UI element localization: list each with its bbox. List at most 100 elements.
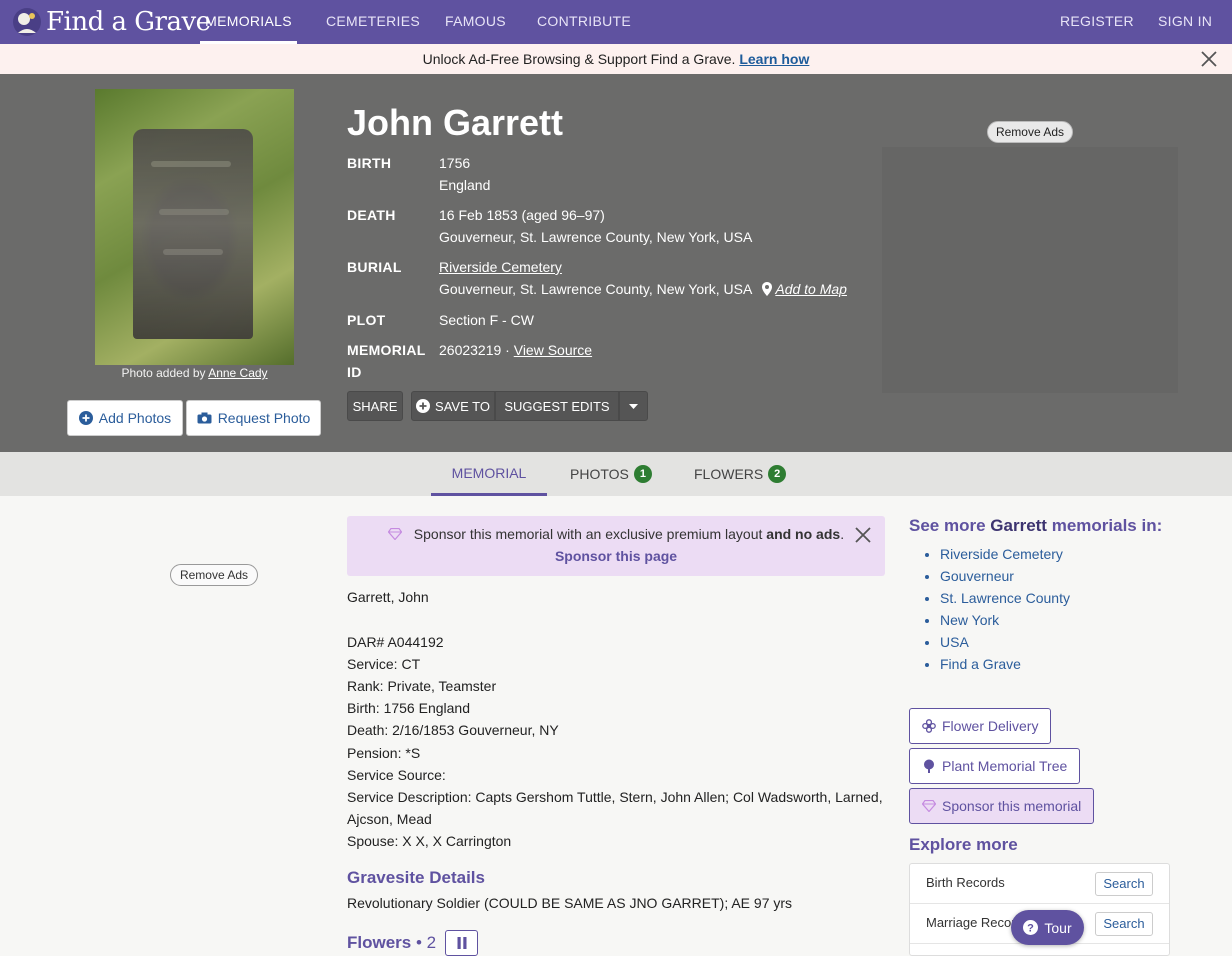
see-more-name: Garrett	[990, 516, 1047, 535]
close-icon[interactable]	[855, 527, 871, 543]
close-icon[interactable]	[1200, 50, 1218, 68]
see-more-link-county[interactable]: St. Lawrence County	[940, 587, 1070, 609]
bio-line: DAR# A044192	[347, 634, 444, 650]
nav-cemeteries[interactable]: CEMETERIES	[326, 0, 420, 44]
promo-learn-how-link[interactable]: Learn how	[739, 51, 809, 67]
tab-photos[interactable]: PHOTOS 1	[570, 452, 652, 496]
birth-date: 1756	[439, 155, 471, 171]
promo-banner: Unlock Ad-Free Browsing & Support Find a…	[0, 44, 1232, 74]
sponsor-line: Sponsor this memorial with an exclusive …	[347, 526, 885, 542]
flowers-heading: Flowers • 2	[347, 933, 436, 953]
memorial-tabs: MEMORIAL PHOTOS 1 FLOWERS 2	[0, 452, 1232, 496]
tour-button[interactable]: ? Tour	[1011, 910, 1084, 945]
bio-line: Service Description: Capts Gershom Tuttl…	[347, 789, 883, 805]
camera-icon	[197, 412, 212, 424]
memorial-id: 26023219 ·	[439, 342, 510, 358]
tab-memorial[interactable]: MEMORIAL	[431, 452, 547, 496]
plus-circle-icon	[78, 411, 93, 425]
burial-cemetery-wrap: Riverside Cemetery	[439, 256, 562, 278]
burial-cemetery-link[interactable]: Riverside Cemetery	[439, 259, 562, 275]
sponsor-text: Sponsor this memorial with an exclusive …	[413, 526, 763, 542]
see-more-link-cemetery[interactable]: Riverside Cemetery	[940, 543, 1070, 565]
see-more-suffix: memorials in:	[1051, 516, 1163, 535]
plot-value: Section F - CW	[439, 312, 534, 328]
search-button[interactable]: Search	[1095, 912, 1153, 936]
find-a-grave-logo[interactable]: Find a Grave	[12, 3, 211, 41]
plot-label: PLOT	[347, 312, 386, 328]
explore-row-label: Birth Records	[926, 875, 1005, 890]
burial-place: Gouverneur, St. Lawrence County, New Yor…	[439, 281, 753, 297]
photo-credit-prefix: Photo added by	[121, 366, 206, 380]
tab-memorial-label: MEMORIAL	[451, 464, 527, 481]
bio-line: Garrett, John	[347, 589, 429, 605]
bio-line: Birth: 1756 England	[347, 700, 470, 716]
add-to-map-link[interactable]: Add to Map	[762, 278, 847, 300]
top-nav: Find a Grave MEMORIALS CEMETERIES FAMOUS…	[0, 0, 1232, 44]
birth-place: England	[439, 177, 491, 193]
bio-line: Rank: Private, Teamster	[347, 678, 497, 694]
nav-contribute[interactable]: CONTRIBUTE	[537, 0, 631, 44]
headstone-photo[interactable]	[95, 89, 294, 365]
more-options-dropdown[interactable]	[619, 391, 648, 421]
plant-tree-button[interactable]: Plant Memorial Tree	[909, 748, 1081, 784]
plant-tree-label: Plant Memorial Tree	[942, 758, 1068, 774]
add-to-map-label: Add to Map	[775, 281, 847, 297]
search-button[interactable]: Search	[1095, 872, 1153, 896]
explore-more-heading: Explore more	[909, 835, 1018, 854]
sponsor-bold-text: and no ads	[766, 526, 841, 542]
burial-place-row: Gouverneur, St. Lawrence County, New Yor…	[439, 278, 847, 300]
memorial-name: John Garrett	[347, 102, 564, 143]
explore-row: Birth Records Search	[910, 864, 1169, 904]
flowers-heading-label: Flowers	[347, 933, 412, 952]
share-button[interactable]: SHARE	[347, 391, 403, 421]
see-more-link-country[interactable]: USA	[940, 631, 1070, 653]
add-photos-button[interactable]: Add Photos	[67, 400, 183, 436]
diamond-icon	[387, 527, 403, 541]
memorial-content: Remove Ads Sponsor this memorial with an…	[0, 496, 1232, 956]
ad-placeholder	[882, 147, 1178, 393]
gravesite-details-heading: Gravesite Details	[347, 868, 485, 887]
bio-line: Service: CT	[347, 656, 421, 672]
nav-sign-in[interactable]: SIGN IN	[1158, 0, 1212, 44]
bio-line: Ajcson, Mead	[347, 811, 432, 827]
request-photo-button[interactable]: Request Photo	[186, 400, 321, 436]
sponsor-memorial-label: Sponsor this memorial	[942, 798, 1082, 814]
sponsor-memorial-button[interactable]: Sponsor this memorial	[909, 788, 1095, 824]
photo-credit: Photo added by Anne Cady	[95, 366, 294, 380]
headstone-image	[133, 129, 253, 339]
see-more-prefix: See more	[909, 516, 986, 535]
request-photo-label: Request Photo	[217, 410, 311, 426]
question-circle-icon: ?	[1023, 920, 1039, 935]
view-source-link[interactable]: View Source	[514, 342, 592, 358]
tab-flowers[interactable]: FLOWERS 2	[694, 452, 787, 496]
map-pin-icon	[762, 282, 773, 296]
photo-credit-link[interactable]: Anne Cady	[208, 366, 267, 380]
add-photos-label: Add Photos	[98, 410, 172, 426]
see-more-link-city[interactable]: Gouverneur	[940, 565, 1070, 587]
sponsor-page-link[interactable]: Sponsor this page	[347, 548, 885, 564]
tree-icon	[924, 759, 934, 773]
nav-register[interactable]: REGISTER	[1060, 0, 1134, 44]
bio-line: Death: 2/16/1853 Gouverneur, NY	[347, 722, 559, 738]
flower-icon	[922, 719, 936, 733]
flowers-count-badge: 2	[768, 465, 787, 483]
bio-line: Spouse: X X, X Carrington	[347, 833, 512, 849]
memorial-id-label-2: ID	[347, 364, 362, 380]
save-to-button[interactable]: SAVE TO	[411, 391, 495, 421]
see-more-link-site[interactable]: Find a Grave	[940, 653, 1070, 675]
memorial-id-label-1: MEMORIAL	[347, 342, 426, 358]
pause-button[interactable]	[445, 930, 478, 956]
see-more-link-state[interactable]: New York	[940, 609, 1070, 631]
photos-count-badge: 1	[633, 465, 652, 483]
bio-line: Pension: *S	[347, 745, 421, 761]
logo-text: Find a Grave	[46, 7, 211, 37]
nav-famous[interactable]: FAMOUS	[445, 0, 506, 44]
flowers-heading-count: • 2	[415, 933, 437, 952]
diamond-icon	[922, 800, 936, 812]
remove-ads-side-button[interactable]: Remove Ads	[170, 564, 258, 586]
nav-memorials[interactable]: MEMORIALS	[200, 0, 297, 44]
flower-delivery-button[interactable]: Flower Delivery	[909, 708, 1052, 744]
sponsor-banner: Sponsor this memorial with an exclusive …	[347, 516, 885, 576]
remove-ads-button[interactable]: Remove Ads	[987, 121, 1073, 143]
suggest-edits-button[interactable]: SUGGEST EDITS	[495, 391, 619, 421]
